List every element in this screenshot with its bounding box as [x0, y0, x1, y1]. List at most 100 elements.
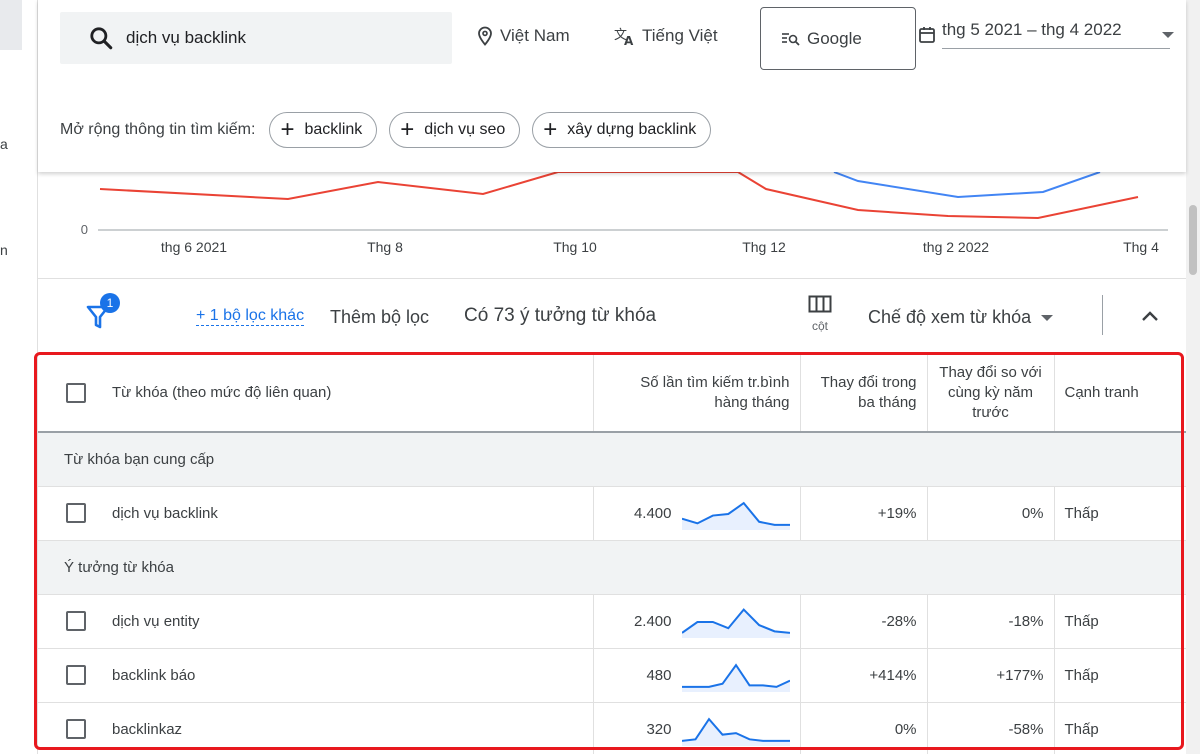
- header-yoy-change[interactable]: Thay đổi so với cùng kỳ năm trước: [927, 354, 1055, 433]
- columns-icon: [808, 295, 832, 313]
- select-all-checkbox[interactable]: [66, 382, 86, 403]
- view-mode-label: Chế độ xem từ khóa: [868, 307, 1032, 327]
- search-engine-selector[interactable]: Google: [760, 7, 916, 70]
- suggestion-chip-seo-service[interactable]: + dịch vụ seo: [389, 112, 521, 148]
- columns-button[interactable]: cột: [806, 295, 834, 333]
- search-icon: [90, 27, 113, 50]
- keyword-idea-count: Có 73 ý tưởng từ khóa: [464, 305, 657, 326]
- location-label: Việt Nam: [500, 26, 570, 45]
- trend-sparkline: [681, 717, 790, 746]
- table-row: dịch vụ entity 2.400 -28% -18% Thấp: [38, 594, 1186, 649]
- expand-search-label: Mở rộng thông tin tìm kiếm:: [60, 121, 256, 138]
- yoy-change: +177%: [927, 648, 1055, 703]
- sparkline-area: [681, 665, 790, 692]
- chart-series-blue: [833, 172, 1101, 199]
- sparkline-area: [681, 503, 790, 530]
- table-row: backlink báo 480 +414% +177% Thấp: [38, 648, 1186, 703]
- location-selector[interactable]: Việt Nam: [476, 26, 570, 46]
- keyword-text: backlink báo: [112, 666, 196, 684]
- row-checkbox[interactable]: [66, 665, 86, 685]
- table-header-row: Từ khóa (theo mức độ liên quan) Số lần t…: [38, 354, 1186, 433]
- header-avg-monthly-searches[interactable]: Số lần tìm kiếm tr.bình hàng tháng: [593, 354, 801, 433]
- plus-icon: +: [400, 116, 415, 143]
- left-sidebar: a n: [0, 0, 38, 754]
- svg-text:A: A: [624, 34, 634, 46]
- chip-label: dịch vụ seo: [424, 121, 506, 138]
- group-row-provided: Từ khóa bạn cung cấp: [38, 432, 1186, 487]
- date-range-selector[interactable]: thg 5 2021 – thg 4 2022: [918, 20, 1180, 49]
- plus-icon: +: [280, 116, 295, 143]
- competition-value: Thấp: [1054, 486, 1186, 541]
- table-row: backlinkaz 320 0% -58% Thấp: [38, 702, 1186, 754]
- chevron-up-icon[interactable]: [1138, 305, 1162, 329]
- add-filter-button[interactable]: Thêm bộ lọc: [330, 307, 429, 328]
- location-pin-icon: [478, 26, 492, 46]
- volume-value: 2.400: [633, 612, 672, 630]
- plus-icon: +: [543, 116, 558, 143]
- trend-sparkline: [681, 663, 790, 692]
- toolbar-divider: [1102, 295, 1103, 335]
- keyword-table: Từ khóa (theo mức độ liên quan) Số lần t…: [38, 354, 1186, 754]
- search-network-icon: [782, 32, 800, 46]
- chart-y-tick-zero: 0: [81, 222, 88, 237]
- chart-x-tick-label: Thg 8: [367, 239, 403, 255]
- sidebar-active-item[interactable]: [0, 0, 22, 50]
- chart-x-tick-label: thg 6 2021: [161, 239, 227, 255]
- sidebar-text-fragment: n: [0, 242, 8, 258]
- group-row-ideas: Ý tưởng từ khóa: [38, 540, 1186, 595]
- suggestion-chip-backlink[interactable]: + backlink: [269, 112, 378, 148]
- group-label: Từ khóa bạn cung cấp: [38, 432, 1186, 487]
- yoy-change: -18%: [927, 594, 1055, 649]
- keyword-text: dịch vụ backlink: [112, 504, 218, 522]
- three-month-change: +414%: [800, 648, 928, 703]
- translate-icon: 文A: [614, 28, 634, 46]
- columns-label: cột: [811, 319, 828, 333]
- volume-value: 4.400: [633, 504, 672, 522]
- language-selector[interactable]: 文A Tiếng Việt: [614, 26, 718, 46]
- chart-x-tick-label: thg 2 2022: [923, 239, 989, 255]
- header-competition[interactable]: Cạnh tranh: [1054, 354, 1186, 433]
- chip-label: backlink: [304, 121, 363, 138]
- row-checkbox[interactable]: [66, 503, 86, 523]
- header-keyword[interactable]: Từ khóa (theo mức độ liên quan): [38, 354, 594, 433]
- vertical-scrollbar[interactable]: [1186, 0, 1200, 754]
- chart-x-tick-label: Thg 10: [553, 239, 597, 255]
- three-month-change: +19%: [800, 486, 928, 541]
- search-input[interactable]: dịch vụ backlink: [60, 12, 452, 64]
- table-row: dịch vụ backlink 4.400 +19% 0% Thấp: [38, 486, 1186, 541]
- row-checkbox[interactable]: [66, 611, 86, 631]
- scrollbar-thumb[interactable]: [1189, 205, 1197, 275]
- header-three-month-change[interactable]: Thay đổi trong ba tháng: [800, 354, 928, 433]
- expand-search-row: Mở rộng thông tin tìm kiếm: + backlink + d…: [60, 112, 723, 148]
- competition-value: Thấp: [1054, 594, 1186, 649]
- volume-value: 320: [646, 720, 672, 738]
- keyword-table-container: Từ khóa (theo mức độ liên quan) Số lần t…: [38, 354, 1186, 754]
- yoy-change: 0%: [927, 486, 1055, 541]
- competition-value: Thấp: [1054, 648, 1186, 703]
- chevron-down-icon: [1041, 314, 1054, 321]
- calendar-icon: [919, 26, 935, 43]
- chip-label: xây dựng backlink: [567, 121, 697, 138]
- suggestion-chip-build-backlink[interactable]: + xây dựng backlink: [532, 112, 712, 148]
- yoy-change: -58%: [927, 702, 1055, 754]
- sparkline-area: [681, 609, 790, 638]
- search-volume-chart: 0 thg 6 2021 Thg 8 Thg 10 Thg 12 thg 2 2022 T…: [81, 172, 1168, 255]
- keyword-text: dịch vụ entity: [112, 612, 200, 630]
- volume-value: 480: [646, 666, 672, 684]
- three-month-change: 0%: [800, 702, 928, 754]
- keyword-text: backlinkaz: [112, 720, 183, 738]
- chart-x-tick-label: Thg 4: [1123, 239, 1159, 255]
- competition-value: Thấp: [1054, 702, 1186, 754]
- row-checkbox[interactable]: [66, 719, 86, 739]
- more-filters-link[interactable]: + 1 bộ lọc khác: [196, 307, 305, 326]
- group-label: Ý tưởng từ khóa: [38, 540, 1186, 595]
- trend-sparkline: [681, 608, 790, 638]
- search-engine-label: Google: [807, 28, 862, 48]
- sidebar-text-fragment: a: [0, 136, 8, 152]
- trend-sparkline: [681, 501, 790, 530]
- filter-count-badge: 1: [100, 293, 120, 313]
- header-keyword-label: Từ khóa (theo mức độ liên quan): [112, 383, 332, 401]
- view-mode-dropdown[interactable]: Chế độ xem từ khóa: [868, 307, 1054, 328]
- search-header: dịch vụ backlink Việt Nam 文A Tiếng Việt …: [38, 0, 1186, 172]
- language-label: Tiếng Việt: [642, 26, 718, 45]
